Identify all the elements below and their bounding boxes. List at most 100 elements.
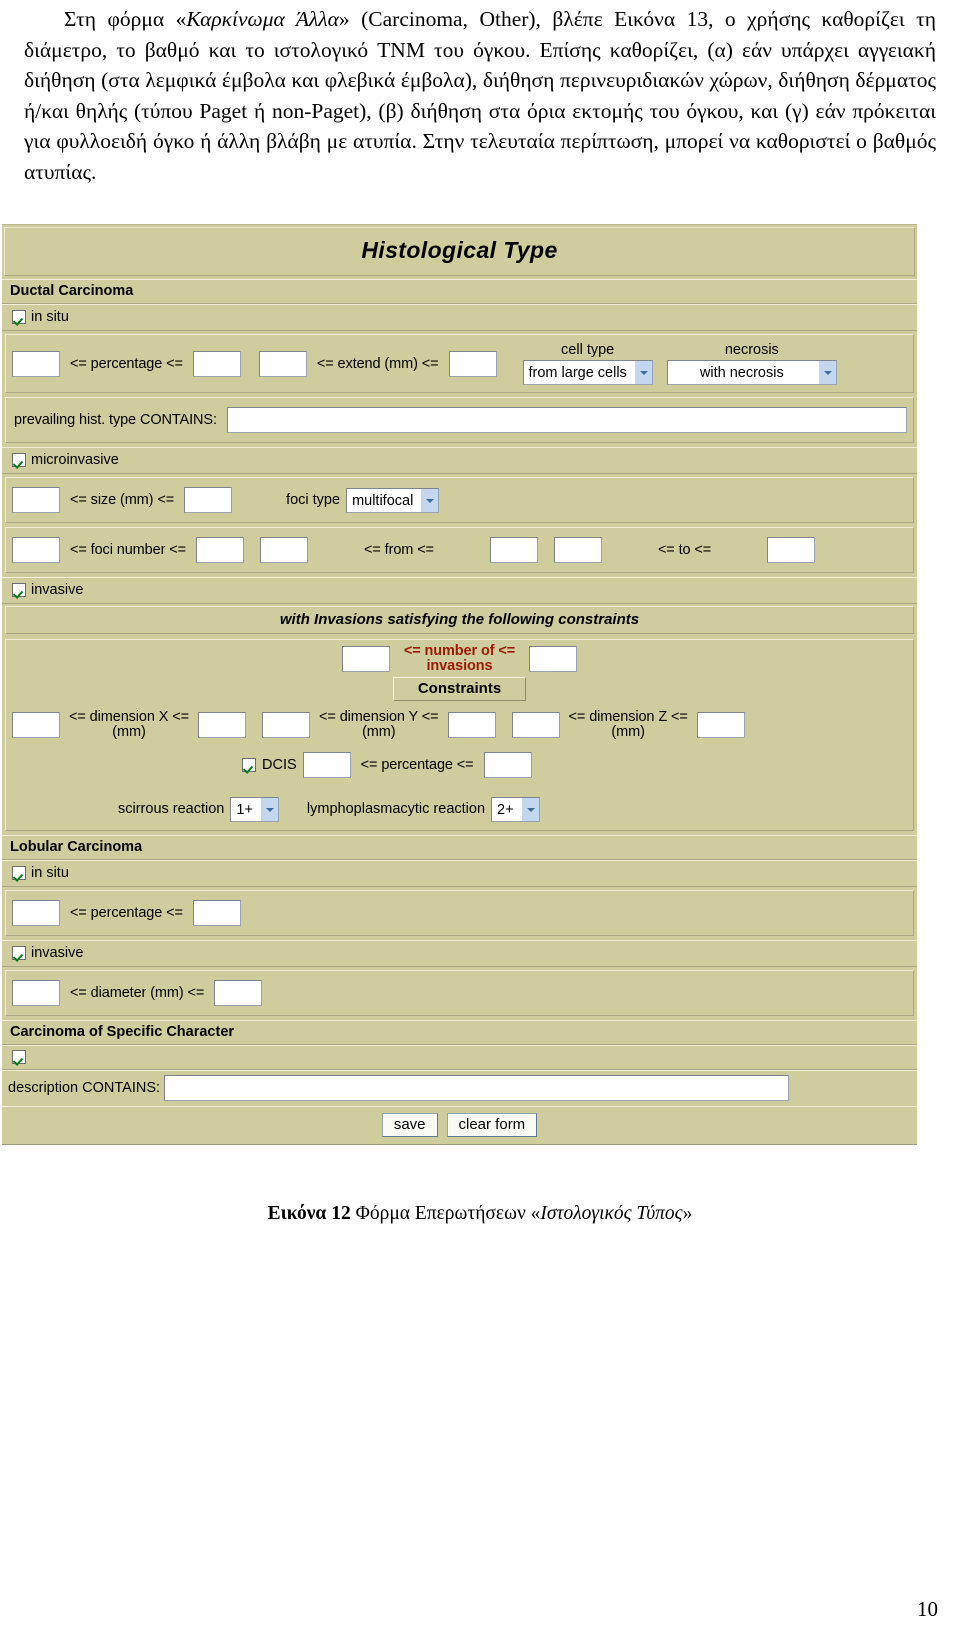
page-number: 10	[917, 1597, 938, 1621]
input-lobular-diameter-min[interactable]	[12, 980, 60, 1006]
input-in-situ-extend-max[interactable]	[448, 350, 497, 377]
label-description-contains: description CONTAINS:	[8, 1080, 161, 1096]
input-lobular-percentage-max[interactable]	[192, 900, 241, 926]
input-dimension-z-min[interactable]	[511, 712, 560, 738]
checkbox-lobular-invasive[interactable]	[12, 946, 26, 960]
label-in-situ-extend: <= extend (mm) <=	[316, 355, 439, 372]
input-dcis-percentage-max[interactable]	[483, 752, 532, 778]
input-dimension-y-max[interactable]	[447, 712, 496, 738]
input-lobular-diameter-max[interactable]	[214, 980, 263, 1006]
input-in-situ-extend-min[interactable]	[258, 350, 307, 377]
input-foci-number-max[interactable]	[196, 537, 244, 563]
input-in-situ-percentage-max[interactable]	[192, 350, 241, 377]
label-dimension-x: <= dimension X <= (mm)	[60, 710, 198, 740]
input-prevailing-hist-type[interactable]	[226, 407, 907, 433]
row-constraints-tab: Constraints	[12, 676, 907, 702]
chevron-down-icon[interactable]	[520, 797, 539, 821]
input-lobular-percentage-min[interactable]	[12, 900, 60, 926]
checkbox-dcis[interactable]	[242, 758, 256, 772]
label-necrosis: necrosis	[724, 342, 779, 358]
save-button[interactable]: save	[381, 1113, 438, 1137]
checkbox-microinvasive[interactable]	[12, 453, 26, 467]
label-dimension-z-line2: (mm)	[611, 724, 645, 740]
row-prevailing-hist-type: prevailing hist. type CONTAINS:	[12, 405, 907, 435]
select-scirrous-reaction-value: 1+	[236, 801, 253, 818]
paragraph-text-part-2: » (Carcinoma, Other), βλέπε Εικόνα 13, ο…	[24, 7, 936, 184]
clear-form-button[interactable]: clear form	[446, 1113, 538, 1137]
label-lymphoplasmacytic-reaction: lymphoplasmacytic reaction	[306, 801, 486, 817]
row-reactions: scirrous reaction 1+ lymphoplasmacytic r…	[12, 794, 907, 824]
form-title: Histological Type	[361, 237, 558, 263]
label-microinvasive: microinvasive	[31, 452, 119, 468]
select-lymphoplasmacytic-reaction[interactable]: 2+	[491, 796, 540, 822]
input-dimension-y-min[interactable]	[262, 712, 311, 738]
checkbox-ductal-in-situ[interactable]	[12, 310, 26, 324]
input-dimension-x-max[interactable]	[198, 712, 247, 738]
tab-constraints[interactable]: Constraints	[392, 677, 527, 701]
section-header-ductal-carcinoma: Ductal Carcinoma	[2, 279, 917, 304]
label-dimension-y-line2: (mm)	[362, 724, 396, 740]
checkbox-row-lobular-in-situ[interactable]: in situ	[2, 860, 917, 887]
row-in-situ-measures: <= percentage <= <= extend (mm) <= cell …	[12, 342, 907, 385]
checkbox-invasive[interactable]	[12, 583, 26, 597]
chevron-down-icon[interactable]	[420, 488, 439, 512]
checkbox-row-ductal-in-situ[interactable]: in situ	[2, 304, 917, 331]
input-to-max[interactable]	[767, 537, 816, 563]
label-to: <= to <=	[657, 542, 712, 558]
label-dimension-y: <= dimension Y <= (mm)	[310, 710, 448, 740]
checkbox-row-invasive[interactable]: invasive	[2, 577, 917, 604]
label-dcis-percentage: <= percentage <=	[360, 757, 474, 773]
chevron-down-icon[interactable]	[633, 361, 652, 384]
input-description-contains[interactable]	[164, 1075, 790, 1101]
label-foci-type: foci type	[286, 492, 341, 508]
label-dimension-x-line1: <= dimension X <=	[69, 709, 190, 725]
label-number-of-invasions-line2: invasions	[426, 658, 493, 674]
panel-lobular-invasive: <= diameter (mm) <=	[5, 970, 914, 1016]
input-micro-size-min[interactable]	[12, 487, 60, 513]
input-in-situ-percentage-min[interactable]	[12, 350, 60, 377]
row-microinvasive-size: <= size (mm) <= foci type multifocal	[12, 485, 907, 515]
label-number-of-invasions-line1: <= number of <=	[403, 643, 516, 659]
input-micro-size-max[interactable]	[184, 487, 233, 513]
section-header-lobular-carcinoma: Lobular Carcinoma	[2, 835, 917, 860]
input-dimension-z-max[interactable]	[696, 712, 745, 738]
form-button-row: save clear form	[2, 1106, 917, 1144]
row-description-contains: description CONTAINS:	[2, 1070, 917, 1106]
input-dcis-percentage-min[interactable]	[302, 752, 351, 778]
paragraph-text-part-1: Στη φόρμα «	[64, 7, 187, 31]
input-from-max[interactable]	[489, 537, 538, 563]
select-necrosis[interactable]: with necrosis	[666, 360, 837, 385]
checkbox-specific-character[interactable]	[12, 1050, 26, 1064]
select-cell-type[interactable]: from large cells	[522, 360, 653, 385]
input-invasions-number-max[interactable]	[529, 646, 578, 672]
select-foci-type[interactable]: multifocal	[346, 487, 440, 513]
label-from: <= from <=	[364, 542, 434, 558]
label-lobular-percentage: <= percentage <=	[70, 905, 183, 921]
row-dcis: DCIS <= percentage <=	[12, 750, 907, 780]
label-cell-type: cell type	[561, 342, 615, 358]
select-scirrous-reaction[interactable]: 1+	[230, 796, 279, 822]
chevron-down-icon[interactable]	[817, 361, 836, 384]
checkbox-row-specific-character[interactable]	[2, 1045, 917, 1070]
checkbox-row-microinvasive[interactable]: microinvasive	[2, 447, 917, 474]
label-dimension-z: <= dimension Z <= (mm)	[560, 710, 697, 740]
label-dcis: DCIS	[262, 757, 297, 773]
input-to-min[interactable]	[553, 537, 602, 563]
row-number-of-invasions: <= number of <= invasions	[12, 644, 907, 674]
checkbox-lobular-in-situ[interactable]	[12, 866, 26, 880]
field-cell-type: cell type from large cells	[522, 342, 653, 385]
select-lymphoplasmacytic-reaction-value: 2+	[497, 801, 514, 818]
input-dimension-x-min[interactable]	[12, 712, 60, 738]
input-from-min[interactable]	[260, 537, 308, 563]
row-lobular-diameter: <= diameter (mm) <=	[12, 978, 907, 1008]
panel-lobular-in-situ: <= percentage <=	[5, 890, 914, 936]
figure-caption-number: Εικόνα 12	[267, 1203, 351, 1224]
label-dimension-x-line2: (mm)	[112, 724, 146, 740]
chevron-down-icon[interactable]	[259, 797, 278, 821]
checkbox-row-lobular-invasive[interactable]: invasive	[2, 940, 917, 967]
row-lobular-percentage: <= percentage <=	[12, 898, 907, 928]
select-cell-type-value: from large cells	[528, 365, 627, 381]
input-foci-number-min[interactable]	[12, 537, 60, 563]
input-invasions-number-min[interactable]	[341, 646, 390, 672]
label-lobular-invasive: invasive	[31, 945, 84, 961]
